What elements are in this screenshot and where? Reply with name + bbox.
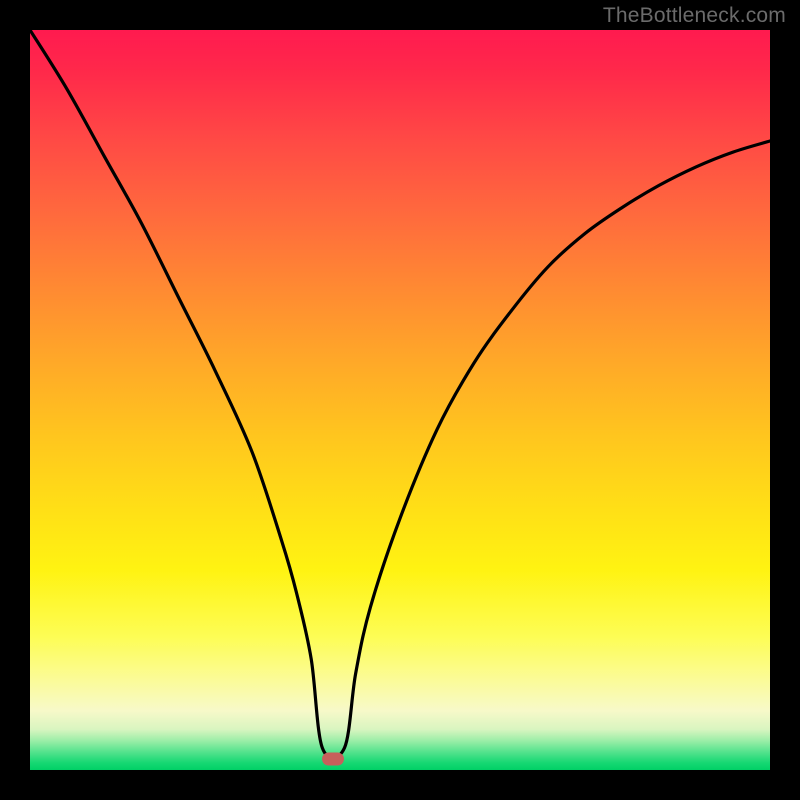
attribution-text: TheBottleneck.com bbox=[603, 4, 786, 28]
bottleneck-curve bbox=[30, 30, 770, 770]
optimal-point-marker bbox=[322, 752, 344, 765]
plot-area bbox=[30, 30, 770, 770]
curve-path bbox=[30, 30, 770, 758]
chart-frame: TheBottleneck.com bbox=[0, 0, 800, 800]
